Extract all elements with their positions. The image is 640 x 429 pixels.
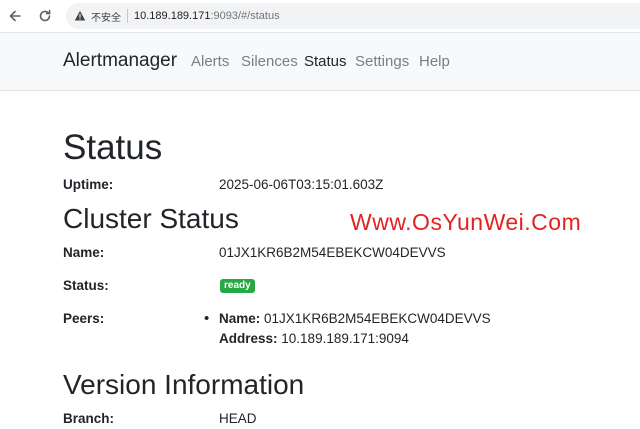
page-title: Status [63,128,163,167]
cluster-status-label: Status: [63,278,109,293]
peer-name-line: Name: 01JX1KR6B2M54EBEKCW04DEVVS [219,311,491,326]
watermark-text: Www.OsYunWei.Com [350,209,582,235]
uptime-value: 2025-06-06T03:15:01.603Z [219,177,384,192]
peer-address-key: Address: [219,331,278,346]
nav-help[interactable]: Help [419,53,450,70]
url-host: 10.189.189.171 [134,10,211,22]
peers-label: Peers: [63,311,105,326]
cluster-name-label: Name: [63,245,105,260]
app-navbar: Alertmanager Alerts Silences Status Sett… [0,33,640,91]
back-icon[interactable] [5,6,25,26]
peer-name-value: 01JX1KR6B2M54EBEKCW04DEVVS [264,311,491,326]
brand-link[interactable]: Alertmanager [63,50,177,72]
cluster-status-heading: Cluster Status [63,203,239,234]
address-bar[interactable]: 不安全 10.189.189.171 :9093/#/status [66,3,640,29]
peer-address-value: 10.189.189.171:9094 [281,331,409,346]
nav-alerts[interactable]: Alerts [191,53,229,70]
security-status-label[interactable]: 不安全 [91,9,121,24]
peer-name-key: Name: [219,311,261,326]
nav-silences[interactable]: Silences [241,53,298,70]
uptime-label: Uptime: [63,177,114,192]
browser-toolbar: 不安全 10.189.189.171 :9093/#/status [0,0,640,33]
peer-address-line: Address: 10.189.189.171:9094 [219,331,409,346]
nav-settings[interactable]: Settings [355,53,409,70]
version-heading: Version Information [63,369,305,400]
warning-icon[interactable] [74,9,88,23]
address-divider [127,9,128,23]
branch-label: Branch: [63,411,115,426]
url-path: :9093/#/status [210,10,280,22]
branch-value: HEAD [219,411,257,426]
peer-bullet: • [204,310,210,327]
cluster-name-value: 01JX1KR6B2M54EBEKCW04DEVVS [219,245,446,260]
nav-status[interactable]: Status [304,53,347,70]
reload-icon[interactable] [35,6,55,26]
status-badge: ready [220,279,255,293]
